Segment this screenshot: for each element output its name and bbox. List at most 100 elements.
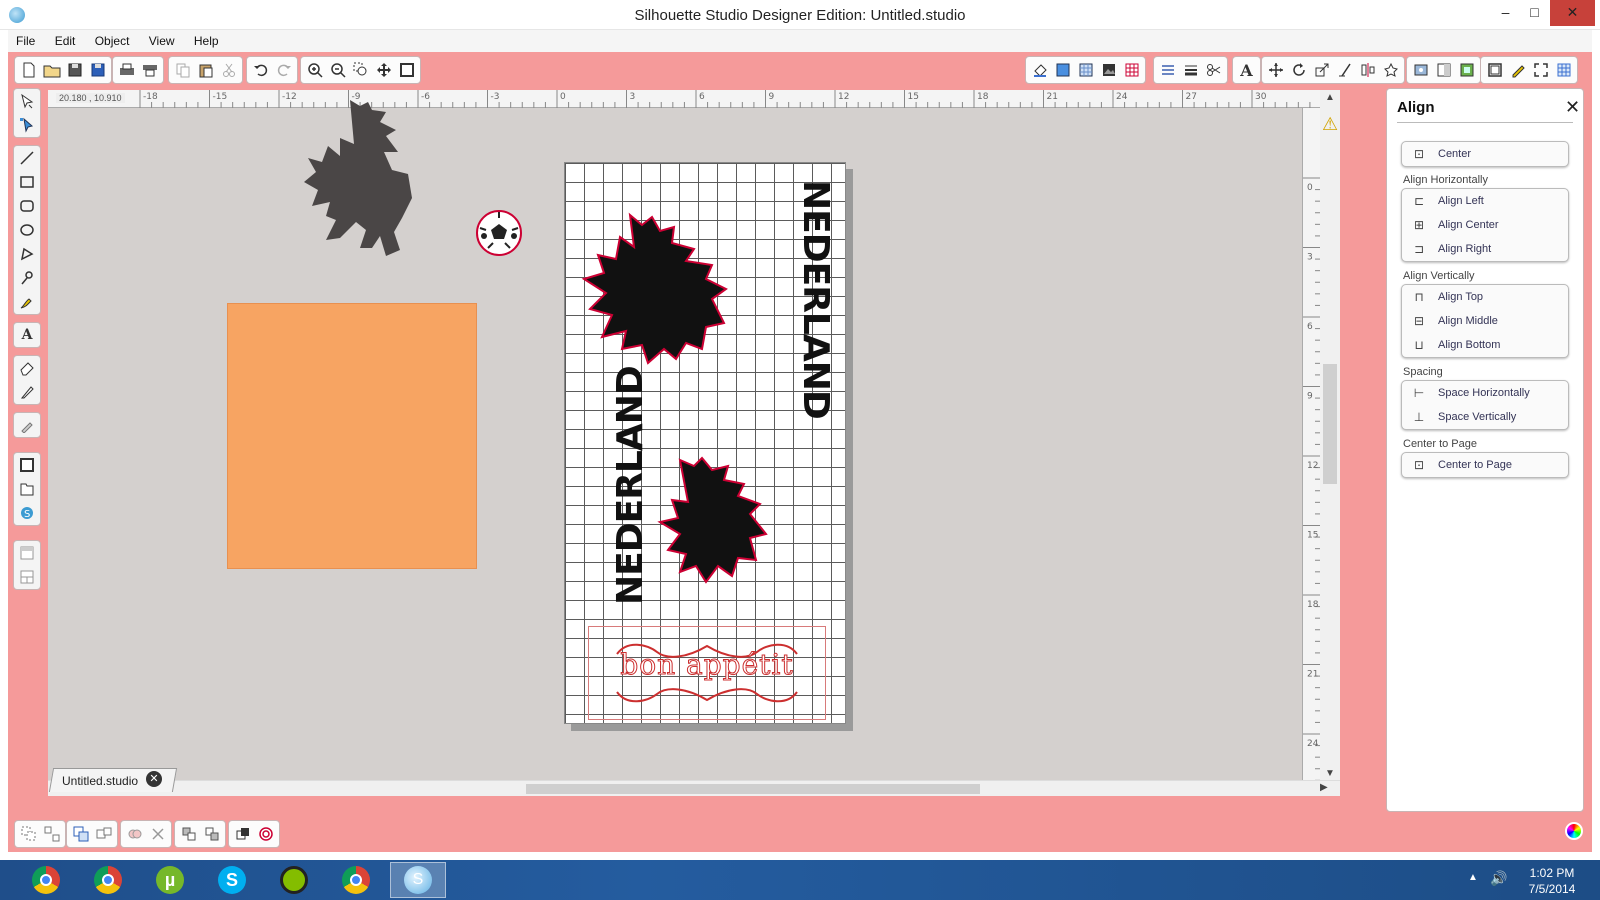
document-tab-label[interactable]: Untitled.studio	[62, 774, 138, 788]
taskbar-utorrent-icon[interactable]: µ	[142, 862, 198, 898]
horizontal-scrollbar[interactable]: ◀ ▶	[48, 780, 1340, 796]
lion-silhouette-gray[interactable]	[270, 92, 450, 278]
registration-marks-icon[interactable]	[1483, 59, 1506, 82]
align-panel-close-icon[interactable]: ✕	[1565, 97, 1580, 118]
center-to-page-button[interactable]: ⊡ Center to Page	[1402, 453, 1568, 477]
fill-image-icon[interactable]	[1097, 59, 1120, 82]
make-compound-path-icon[interactable]	[69, 823, 92, 846]
bon-appetit-text[interactable]: bon appétit	[588, 648, 826, 682]
taskbar-chrome-icon[interactable]	[80, 862, 136, 898]
ellipse-tool-icon[interactable]	[14, 218, 40, 242]
delete-icon[interactable]	[146, 823, 169, 846]
open-folder-icon[interactable]	[40, 59, 63, 82]
send-to-cutter-icon[interactable]	[138, 59, 161, 82]
center-button[interactable]: ⊡ Center	[1402, 142, 1568, 166]
text-tool-icon[interactable]: A	[14, 323, 40, 347]
select-arrow-icon[interactable]	[14, 89, 40, 113]
warning-icon[interactable]: ⚠	[1322, 114, 1338, 135]
space-vertically-button[interactable]: ⊥ Space Vertically	[1402, 405, 1568, 429]
cut-icon[interactable]	[217, 59, 240, 82]
print-icon[interactable]	[115, 59, 138, 82]
menu-file[interactable]: File	[8, 30, 43, 52]
nederland-text-top[interactable]: NEDERLAND	[795, 180, 836, 419]
copy-icon[interactable]	[171, 59, 194, 82]
paste-icon[interactable]	[194, 59, 217, 82]
curve-tool-icon[interactable]	[14, 266, 40, 290]
align-right-button[interactable]: ⊐ Align Right	[1402, 237, 1568, 261]
align-middle-button[interactable]: ⊟ Align Middle	[1402, 309, 1568, 333]
undo-icon[interactable]	[249, 59, 272, 82]
freehand-tool-icon[interactable]	[14, 290, 40, 314]
fill-pattern-icon[interactable]	[1074, 59, 1097, 82]
scroll-right-icon[interactable]: ▶	[1320, 782, 1328, 793]
space-horizontally-button[interactable]: ⊢ Space Horizontally	[1402, 381, 1568, 405]
align-left-button[interactable]: ⊏ Align Left	[1402, 189, 1568, 213]
taskbar-skype-icon[interactable]: S	[204, 862, 260, 898]
bring-to-front-icon[interactable]	[177, 823, 200, 846]
modify-icon[interactable]	[231, 823, 254, 846]
cut-style-icon[interactable]	[1455, 59, 1478, 82]
text-style-icon[interactable]: A	[1235, 59, 1258, 82]
menu-help[interactable]: Help	[186, 30, 227, 52]
eraser-tool-icon[interactable]	[14, 356, 40, 380]
align-bottom-button[interactable]: ⊔ Align Bottom	[1402, 333, 1568, 357]
volume-icon[interactable]: 🔊	[1490, 870, 1507, 887]
line-style-icon[interactable]	[1156, 59, 1179, 82]
polygon-tool-icon[interactable]	[14, 242, 40, 266]
menu-view[interactable]: View	[141, 30, 183, 52]
soccer-ball[interactable]	[474, 208, 524, 258]
taskbar-spotify-icon[interactable]	[266, 862, 322, 898]
offset-icon[interactable]	[254, 823, 277, 846]
align-top-button[interactable]: ⊓ Align Top	[1402, 285, 1568, 309]
page-setup-icon[interactable]	[1432, 59, 1455, 82]
scroll-up-icon[interactable]: ▲	[1325, 92, 1335, 103]
library-icon[interactable]	[1409, 59, 1432, 82]
line-color-icon[interactable]	[1120, 59, 1143, 82]
release-compound-path-icon[interactable]	[92, 823, 115, 846]
scroll-down-icon[interactable]: ▼	[1325, 768, 1335, 779]
weld-icon[interactable]	[123, 823, 146, 846]
fill-gradient-icon[interactable]	[1051, 59, 1074, 82]
shear-icon[interactable]	[1333, 59, 1356, 82]
send-to-back-icon[interactable]	[200, 823, 223, 846]
edit-points-icon[interactable]	[14, 113, 40, 137]
close-window-button[interactable]: ✕	[1550, 0, 1595, 26]
taskbar-chrome-icon[interactable]	[18, 862, 74, 898]
vertical-scroll-thumb[interactable]	[1323, 364, 1337, 484]
vertical-scrollbar[interactable]: ▲ ▼	[1320, 90, 1340, 784]
show-hidden-icons-icon[interactable]: ▲	[1468, 872, 1478, 883]
move-icon[interactable]	[1264, 59, 1287, 82]
page-view-icon[interactable]	[14, 453, 40, 477]
taskbar-silhouette-icon[interactable]: S	[390, 862, 446, 898]
ungroup-icon[interactable]	[40, 823, 63, 846]
eyedropper-tool-icon[interactable]	[14, 413, 40, 437]
group-icon[interactable]	[17, 823, 40, 846]
taskbar-chrome-icon[interactable]	[328, 862, 384, 898]
new-document-icon[interactable]	[17, 59, 40, 82]
zoom-in-icon[interactable]	[303, 59, 326, 82]
pan-icon[interactable]	[372, 59, 395, 82]
scale-icon[interactable]	[1310, 59, 1333, 82]
taskbar-clock-time[interactable]: 1:02 PM	[1520, 866, 1584, 880]
nederland-text-bottom[interactable]: NEDERLAND	[610, 366, 651, 605]
align-center-button[interactable]: ⊞ Align Center	[1402, 213, 1568, 237]
knife-tool-icon[interactable]	[14, 380, 40, 404]
line-weight-icon[interactable]	[1179, 59, 1202, 82]
fill-color-icon[interactable]	[1028, 59, 1051, 82]
lion-silhouette-bottom[interactable]	[640, 450, 810, 590]
save-icon[interactable]	[63, 59, 86, 82]
replicate-icon[interactable]	[1379, 59, 1402, 82]
lion-silhouette-top[interactable]	[570, 205, 790, 380]
fit-to-page-icon[interactable]	[395, 59, 418, 82]
redo-icon[interactable]	[272, 59, 295, 82]
save-to-library-icon[interactable]	[86, 59, 109, 82]
grid-icon[interactable]	[1552, 59, 1575, 82]
zoom-out-icon[interactable]	[326, 59, 349, 82]
split-bottom-icon[interactable]	[14, 565, 40, 589]
split-top-icon[interactable]	[14, 541, 40, 565]
cut-settings-icon[interactable]	[1202, 59, 1225, 82]
fullscreen-icon[interactable]	[1529, 59, 1552, 82]
rounded-rectangle-tool-icon[interactable]	[14, 194, 40, 218]
orange-rectangle[interactable]	[227, 303, 477, 569]
color-wheel-icon[interactable]	[1565, 822, 1583, 840]
